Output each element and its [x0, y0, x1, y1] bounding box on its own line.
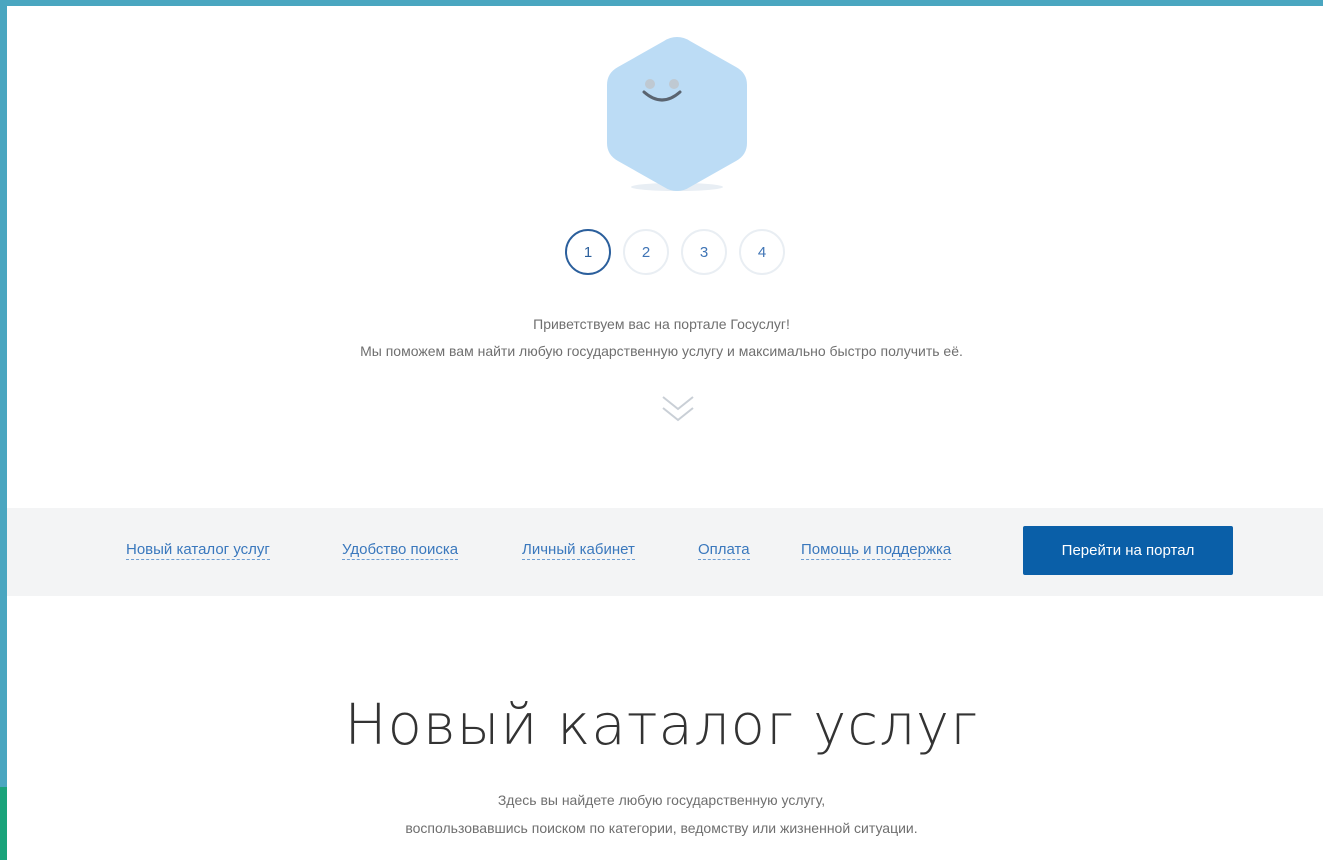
nav-link-help[interactable]: Помощь и поддержка	[801, 541, 952, 560]
welcome-line-1: Приветствуем вас на портале Госуслуг!	[533, 316, 790, 332]
step-4-button[interactable]: 4	[739, 229, 785, 275]
step-2-button[interactable]: 2	[623, 229, 669, 275]
nav-link-cabinet[interactable]: Личный кабинет	[522, 541, 635, 560]
go-to-portal-button[interactable]: Перейти на портал	[1023, 526, 1233, 575]
double-chevron-down-icon[interactable]	[659, 391, 697, 427]
welcome-line-2: Мы поможем вам найти любую государственн…	[360, 343, 963, 359]
section-description-line-2: воспользовавшись поиском по категории, в…	[405, 820, 918, 836]
nav-link-search[interactable]: Удобство поиска	[342, 541, 459, 560]
frame-top-border	[0, 0, 1323, 6]
mascot-hexagon-icon	[607, 37, 747, 191]
nav-link-catalog[interactable]: Новый каталог услуг	[126, 541, 270, 560]
section-navbar: Новый каталог услуг Удобство поиска Личн…	[7, 508, 1323, 596]
step-pagination: 1 2 3 4	[565, 229, 785, 281]
section-description-line-1: Здесь вы найдете любую государственную у…	[497, 792, 826, 808]
section-description: Здесь вы найдете любую государственную у…	[0, 786, 1323, 842]
welcome-text: Приветствуем вас на портале Госуслуг! Мы…	[0, 311, 1323, 365]
nav-link-payment[interactable]: Оплата	[698, 541, 750, 560]
section-title: Новый каталог услуг	[344, 693, 979, 758]
step-3-button[interactable]: 3	[681, 229, 727, 275]
step-1-button[interactable]: 1	[565, 229, 611, 275]
